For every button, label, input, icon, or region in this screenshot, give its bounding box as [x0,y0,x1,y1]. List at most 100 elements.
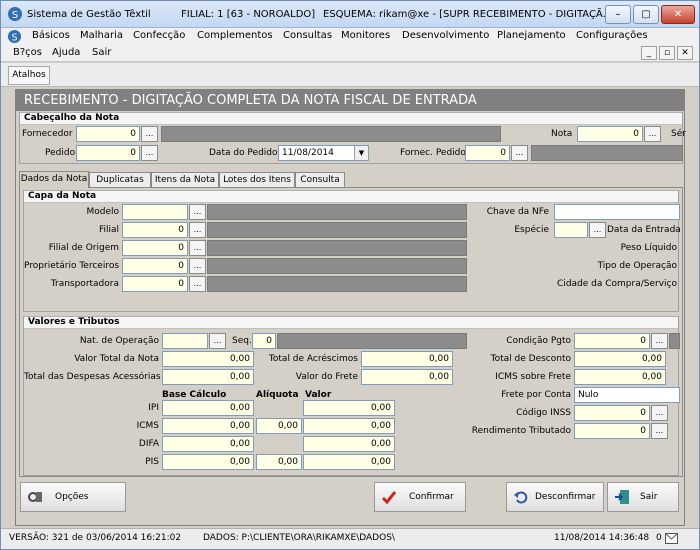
fornec-pedido-input[interactable]: 0 [465,145,510,161]
nat-operacao-lookup-button[interactable]: ... [209,333,226,349]
menu-planejamento[interactable]: Planejamento [497,30,566,41]
undo-icon [514,491,528,504]
desconfirmar-button[interactable]: Desconfirmar [506,482,604,512]
seq-input[interactable]: 0 [252,333,276,349]
modelo-lookup-button[interactable]: ... [189,204,206,220]
menu-sair[interactable]: Sair [92,47,111,58]
icms-valor-input[interactable]: 0,00 [303,418,395,434]
mdi-close-button[interactable]: ✕ [677,46,693,60]
rendimento-input[interactable]: 0 [574,423,650,439]
pis-base-input[interactable]: 0,00 [162,454,254,470]
menu-malharia[interactable]: Malharia [80,30,123,41]
menu-bracos[interactable]: B?ços [13,47,42,58]
fornecedor-input[interactable]: 0 [76,126,140,142]
icms-frete-input[interactable]: 0,00 [574,369,666,385]
version-status: VERSÃO: 321 de 03/06/2014 16:21:02 [9,533,182,543]
sair-button[interactable]: Sair [607,482,679,512]
minimize-button[interactable]: – [605,5,631,24]
form-title: RECEBIMENTO - DIGITAÇÃO COMPLETA DA NOTA… [16,90,684,111]
chevron-down-icon[interactable]: ▼ [354,146,368,160]
proprietario-input[interactable]: 0 [122,258,188,274]
rendimento-lookup-button[interactable]: ... [651,423,668,439]
tab-consulta[interactable]: Consulta [295,172,345,188]
filial-origem-input[interactable]: 0 [122,240,188,256]
status-bar: VERSÃO: 321 de 03/06/2014 16:21:02 DADOS… [1,528,699,549]
rendimento-label: Rendimento Tributado [471,426,571,436]
tab-duplicatas[interactable]: Duplicatas [89,172,151,188]
col-valor: Valor [305,390,332,400]
options-gear-icon [28,492,42,502]
menu-bar-secondary: B?ços Ajuda Sair _ ▫ ✕ [1,45,699,62]
pis-aliquota-input[interactable]: 0,00 [256,454,302,470]
menu-basicos[interactable]: Básicos [32,30,70,41]
cond-pgto-input[interactable]: 0 [574,333,650,349]
tab-dados-da-nota[interactable]: Dados da Nota [19,171,89,188]
menu-ajuda[interactable]: Ajuda [52,47,80,58]
modelo-input[interactable] [122,204,188,220]
transportadora-display [207,276,467,292]
nota-input[interactable]: 0 [577,126,643,142]
menu-consultas[interactable]: Consultas [283,30,332,41]
pedido-lookup-button[interactable]: ... [141,145,158,161]
fornecedor-lookup-button[interactable]: ... [141,126,158,142]
valor-frete-input[interactable]: 0,00 [361,369,453,385]
filial-input[interactable]: 0 [122,222,188,238]
shortcuts-button[interactable]: Atalhos [8,66,50,85]
capa-group: Capa da Nota Modelo ... Filial 0 ... Fil… [23,190,681,312]
especie-input[interactable] [554,222,588,238]
receiving-form: RECEBIMENTO - DIGITAÇÃO COMPLETA DA NOTA… [15,89,686,526]
confirmar-button[interactable]: Confirmar [374,482,466,512]
shortcuts-bar: Atalhos [1,63,699,87]
filial-indicator: FILIAL: 1 [63 - NOROALDO] [181,9,316,20]
menu-monitores[interactable]: Monitores [341,30,390,41]
icms-aliquota-input[interactable]: 0,00 [256,418,302,434]
app-logo-icon: S [8,7,22,21]
col-aliquota: Alíquota [256,390,299,400]
opcoes-button[interactable]: Opções [20,482,126,512]
menu-desenvolvimento[interactable]: Desenvolvimento [402,30,489,41]
ipi-valor-input[interactable]: 0,00 [303,400,395,416]
fornec-pedido-display [531,145,683,161]
mdi-app-icon[interactable]: S [7,29,22,44]
codigo-inss-lookup-button[interactable]: ... [651,405,668,421]
fornecedor-name-display [161,126,501,142]
menu-complementos[interactable]: Complementos [197,30,273,41]
transportadora-input[interactable]: 0 [122,276,188,292]
nat-operacao-input[interactable] [162,333,208,349]
maximize-button[interactable]: ▢ [633,5,659,24]
cond-pgto-lookup-button[interactable]: ... [651,333,668,349]
filial-lookup-button[interactable]: ... [189,222,206,238]
despesas-input[interactable]: 0,00 [162,369,254,385]
tipo-operacao-label: Tipo de Operação [597,261,677,271]
tab-lotes-dos-itens[interactable]: Lotes dos Itens [219,172,295,188]
nota-lookup-button[interactable]: ... [644,126,661,142]
valor-total-input[interactable]: 0,00 [162,351,254,367]
proprietario-lookup-button[interactable]: ... [189,258,206,274]
pedido-input[interactable]: 0 [76,145,140,161]
difa-base-input[interactable]: 0,00 [162,436,254,452]
mdi-restore-button[interactable]: ▫ [659,46,675,60]
pis-valor-input[interactable]: 0,00 [303,454,395,470]
mdi-minimize-button[interactable]: _ [641,46,657,60]
difa-valor-input[interactable]: 0,00 [303,436,395,452]
mail-icon[interactable] [665,533,678,544]
icms-base-input[interactable]: 0,00 [162,418,254,434]
close-button[interactable]: ✕ [661,5,695,24]
opcoes-label: Opções [55,492,89,502]
ipi-base-input[interactable]: 0,00 [162,400,254,416]
filial-origem-lookup-button[interactable]: ... [189,240,206,256]
transportadora-lookup-button[interactable]: ... [189,276,206,292]
frete-conta-select[interactable]: Nulo [574,387,680,403]
tab-itens-da-nota[interactable]: Itens da Nota [151,172,219,188]
fornec-pedido-lookup-button[interactable]: ... [511,145,528,161]
total-desconto-input[interactable]: 0,00 [574,351,666,367]
menu-configuracoes[interactable]: Configurações [576,30,648,41]
especie-lookup-button[interactable]: ... [589,222,606,238]
menu-confeccao[interactable]: Confecção [133,30,185,41]
chave-nfe-input[interactable] [554,204,680,220]
confirmar-label: Confirmar [409,492,454,502]
data-pedido-label: Data do Pedido [209,148,278,158]
codigo-inss-input[interactable]: 0 [574,405,650,421]
data-pedido-select[interactable]: 11/08/2014 ▼ [278,145,369,161]
total-acrescimos-input[interactable]: 0,00 [361,351,453,367]
